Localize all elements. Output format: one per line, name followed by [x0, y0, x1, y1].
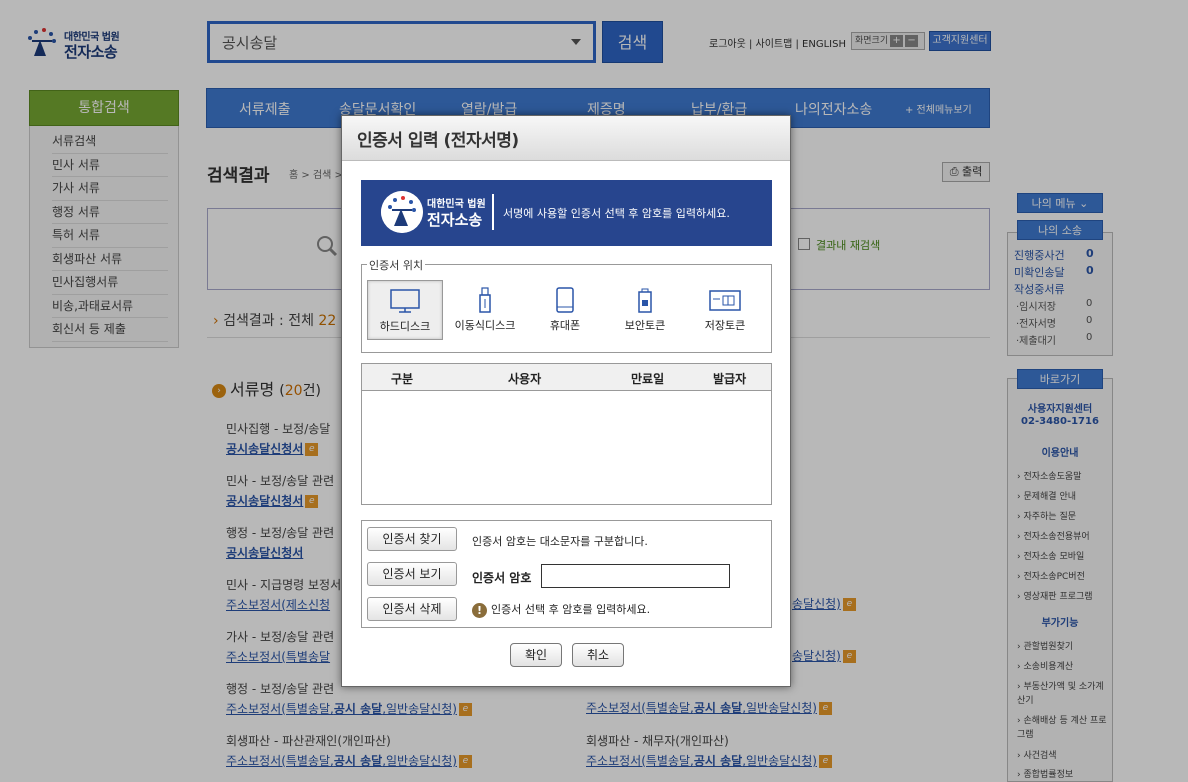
- location-label: 보안토큰: [624, 319, 666, 332]
- case-sensitive-note: 인증서 암호는 대소문자를 구분합니다.: [472, 535, 648, 548]
- delete-cert-button[interactable]: 인증서 삭제: [367, 597, 457, 621]
- password-label: 인증서 암호: [472, 571, 532, 585]
- cancel-button[interactable]: 취소: [572, 643, 624, 667]
- location-removable[interactable]: 이동식디스크: [447, 280, 523, 340]
- warning-text: 인증서 선택 후 암호를 입력하세요.: [491, 603, 651, 616]
- dialog-banner: 대한민국 법원 전자소송 서명에 사용할 인증서 선택 후 암호를 입력하세요.: [361, 180, 772, 246]
- court-emblem-icon: [381, 191, 423, 233]
- column-header: 발급자: [713, 372, 747, 386]
- location-security-token[interactable]: 보안토큰: [607, 280, 683, 340]
- location-label: 저장토큰: [704, 319, 746, 332]
- location-phone[interactable]: 휴대폰: [527, 280, 603, 340]
- banner-message: 서명에 사용할 인증서 선택 후 암호를 입력하세요.: [503, 207, 730, 220]
- cert-location-legend: 인증서 위치: [367, 257, 426, 273]
- security-token-icon: [638, 288, 652, 313]
- smartcard-icon: [709, 290, 741, 311]
- monitor-icon: [390, 289, 420, 313]
- column-header: 사용자: [508, 372, 542, 386]
- location-label: 하드디스크: [379, 320, 431, 333]
- location-label: 이동식디스크: [454, 319, 516, 332]
- certificate-dialog: 인증서 입력 (전자서명) 대한민국 법원 전자소송 서명에 사용할 인증서 선…: [341, 115, 791, 687]
- column-header: 만료일: [631, 372, 665, 386]
- view-cert-button[interactable]: 인증서 보기: [367, 562, 457, 586]
- warning-message: ! 인증서 선택 후 암호를 입력하세요.: [472, 601, 650, 618]
- usb-icon: [479, 287, 491, 313]
- warning-icon: !: [472, 602, 487, 618]
- find-cert-button[interactable]: 인증서 찾기: [367, 527, 457, 551]
- dialog-title: 인증서 입력 (전자서명): [342, 116, 790, 161]
- banner-subtitle: 대한민국 법원: [427, 199, 486, 210]
- cert-location-group: 인증서 위치 하드디스크 이동식디스크 휴대폰 보안토큰 저장토큰: [361, 257, 772, 353]
- banner-title: 전자소송: [427, 211, 483, 229]
- phone-icon: [556, 287, 574, 313]
- password-input[interactable]: [541, 564, 730, 588]
- banner-divider: [492, 194, 494, 230]
- location-harddisk[interactable]: 하드디스크: [367, 280, 443, 340]
- location-storage-token[interactable]: 저장토큰: [687, 280, 763, 340]
- table-header: 구분 사용자 만료일 발급자: [362, 364, 771, 391]
- certificate-table[interactable]: 구분 사용자 만료일 발급자: [361, 363, 772, 505]
- password-panel: 인증서 찾기 인증서 암호는 대소문자를 구분합니다. 인증서 보기 인증서 암…: [361, 520, 772, 628]
- ok-button[interactable]: 확인: [510, 643, 562, 667]
- column-header: 구분: [391, 372, 414, 386]
- location-label: 휴대폰: [549, 319, 581, 332]
